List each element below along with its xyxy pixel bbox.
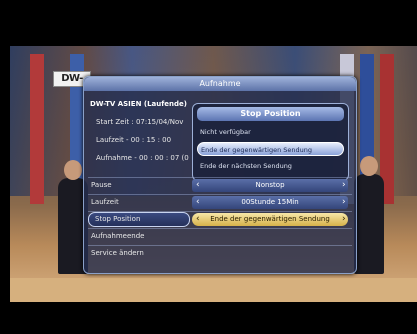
row-change-service[interactable]: Service ändern xyxy=(88,246,352,261)
duration-value: 00 : 15 : 00 xyxy=(130,136,172,144)
person-right xyxy=(354,174,384,274)
stop-position-popup: Stop Position Nicht verfügbar Ende der g… xyxy=(192,103,349,181)
row-stop-position[interactable]: Stop Position Ende der gegenwärtigen Sen… xyxy=(88,212,352,227)
row-recording-end-label: Aufnahmeende xyxy=(91,232,145,240)
menu-title: Aufnahme xyxy=(84,77,356,91)
recording-elapsed: Aufnahme - 00 : 00 : 07 (0 xyxy=(96,154,189,162)
recording-label: Aufnahme xyxy=(96,154,132,162)
recording-value: 00 : 00 : 07 (0 xyxy=(138,154,189,162)
option-not-available[interactable]: Nicht verfügbar xyxy=(197,125,344,139)
arrow-left-icon[interactable]: ‹ xyxy=(196,212,200,227)
option-end-next-show[interactable]: Ende der nächsten Sendung xyxy=(197,159,344,173)
arrow-left-icon[interactable]: ‹ xyxy=(196,178,200,193)
popup-title: Stop Position xyxy=(197,107,344,121)
row-duration-label: Laufzeit xyxy=(91,198,119,206)
duration-info: Laufzeit - 00 : 15 : 00 xyxy=(96,136,172,144)
channel-name: DW-TV ASIEN (Laufende) xyxy=(90,100,187,108)
start-time-value: 07:15/04/Nov xyxy=(135,118,184,126)
person-right-head xyxy=(360,156,378,176)
arrow-right-icon[interactable]: › xyxy=(342,212,346,227)
flag-decoration xyxy=(30,54,44,204)
recording-menu: Aufnahme DW-TV ASIEN (Laufende) Start Ze… xyxy=(83,76,357,274)
option-end-current-show[interactable]: Ende der gegenwärtigen Sendung xyxy=(197,142,344,156)
start-time-label: Start Zeit xyxy=(96,118,130,126)
row-pause-label: Pause xyxy=(91,181,112,189)
tv-screen: DW- Aufnahme DW-TV ASIEN (Laufende) Star… xyxy=(0,0,417,334)
row-stop-position-value[interactable]: Ende der gegenwärtigen Sendung xyxy=(192,213,348,226)
duration-label: Laufzeit xyxy=(96,136,124,144)
row-duration-value[interactable]: 00Stunde 15Min xyxy=(192,196,348,209)
row-pause[interactable]: Pause Nonstop ‹ › xyxy=(88,178,352,193)
arrow-right-icon[interactable]: › xyxy=(342,195,346,210)
row-pause-value[interactable]: Nonstop xyxy=(192,179,348,192)
recording-info: DW-TV ASIEN (Laufende) Start Zeit : 07:1… xyxy=(90,97,194,169)
start-time: Start Zeit : 07:15/04/Nov xyxy=(96,118,184,126)
row-stop-position-label: Stop Position xyxy=(88,212,190,227)
row-change-service-label: Service ändern xyxy=(91,249,144,257)
row-duration[interactable]: Laufzeit 00Stunde 15Min ‹ › xyxy=(88,195,352,210)
person-left-head xyxy=(64,160,82,180)
arrow-left-icon[interactable]: ‹ xyxy=(196,195,200,210)
row-recording-end[interactable]: Aufnahmeende xyxy=(88,229,352,244)
arrow-right-icon[interactable]: › xyxy=(342,178,346,193)
stage-floor xyxy=(10,278,417,302)
